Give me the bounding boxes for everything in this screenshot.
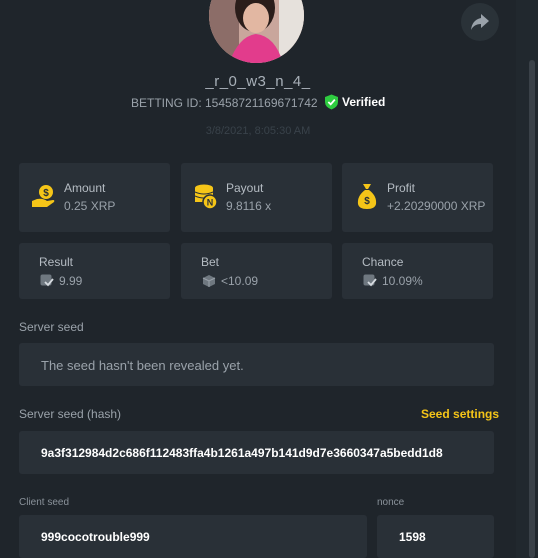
payout-label: Payout — [226, 181, 264, 195]
chance-label: Chance — [362, 255, 404, 269]
username[interactable]: _r_0_w3_n_4_ — [0, 73, 516, 90]
verified-shield-icon — [325, 94, 338, 110]
server-seed-value: The seed hasn't been revealed yet. — [41, 358, 244, 373]
verified-badge: Verified — [324, 94, 385, 110]
user-avatar[interactable] — [209, 0, 304, 63]
profit-label: Profit — [387, 181, 416, 195]
bet-details-panel: _r_0_w3_n_4_ BETTING ID: 154587211696717… — [0, 0, 516, 558]
nonce-value: 1598 — [399, 530, 426, 544]
server-seed-field: The seed hasn't been revealed yet. — [19, 343, 494, 386]
svg-text:$: $ — [364, 196, 370, 207]
client-seed-label: Client seed — [19, 497, 70, 508]
betting-id: BETTING ID: 15458721169671742 — [131, 96, 318, 110]
nonce-field[interactable]: 1598 — [377, 515, 494, 558]
coin-stack-icon: N — [194, 184, 218, 210]
bet-card: Bet <10.09 — [181, 243, 332, 299]
verified-label: Verified — [342, 95, 386, 109]
share-button[interactable] — [461, 3, 499, 41]
server-seed-hash-label: Server seed (hash) — [19, 407, 122, 421]
server-seed-hash-value: 9a3f312984d2c686f112483ffa4b1261a497b141… — [41, 446, 443, 460]
result-label: Result — [39, 255, 74, 269]
payout-value: 9.8116 x — [226, 199, 272, 213]
client-seed-field[interactable]: 999cocotrouble999 — [19, 515, 367, 558]
nonce-label: nonce — [377, 497, 405, 508]
money-hand-icon: $ — [32, 185, 55, 207]
chance-card: Chance 10.09% — [342, 243, 493, 299]
profit-card: $ Profit +2.20290000 XRP — [342, 163, 493, 232]
cube-icon — [202, 275, 216, 287]
money-bag-icon: $ — [357, 184, 377, 209]
dice-check-icon — [40, 274, 54, 287]
scrollbar-thumb[interactable] — [529, 60, 535, 558]
svg-text:N: N — [207, 198, 214, 208]
dice-check-icon — [363, 274, 377, 287]
amount-value: 0.25 XRP — [64, 199, 116, 213]
result-value: 9.99 — [59, 274, 83, 288]
payout-card: N Payout 9.8116 x — [181, 163, 332, 232]
chance-value: 10.09% — [382, 274, 423, 288]
amount-card: $ Amount 0.25 XRP — [19, 163, 170, 232]
profit-value: +2.20290000 XRP — [387, 199, 486, 213]
bet-timestamp: 3/8/2021, 8:05:30 AM — [205, 125, 311, 137]
server-seed-hash-field[interactable]: 9a3f312984d2c686f112483ffa4b1261a497b141… — [19, 431, 494, 474]
result-card: Result 9.99 — [19, 243, 170, 299]
share-icon — [471, 14, 489, 30]
amount-label: Amount — [64, 181, 106, 195]
svg-text:$: $ — [43, 188, 49, 199]
client-seed-value: 999cocotrouble999 — [41, 530, 150, 544]
bet-value: <10.09 — [221, 274, 259, 288]
server-seed-label: Server seed — [19, 320, 84, 334]
seed-settings-link[interactable]: Seed settings — [421, 407, 499, 421]
bet-label: Bet — [201, 255, 220, 269]
